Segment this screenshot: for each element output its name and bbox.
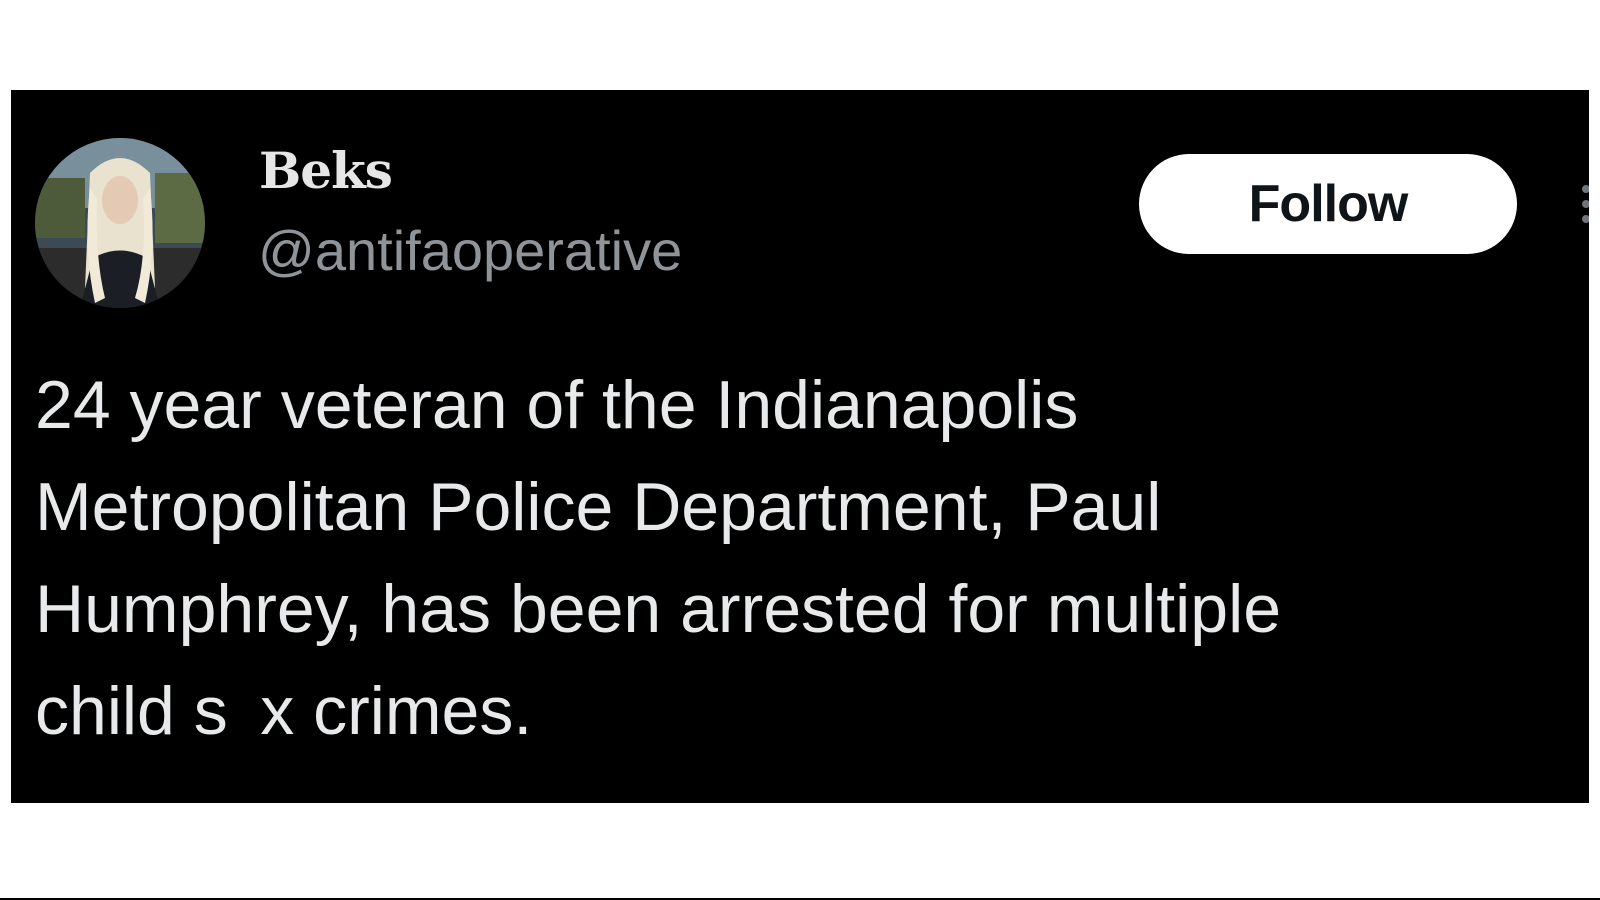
user-handle[interactable]: @antifaoperative — [258, 223, 682, 279]
screenshot-page: Beks @antifaoperative Follow 24 year vet… — [0, 0, 1600, 900]
avatar[interactable] — [35, 138, 205, 308]
profile-photo-icon — [35, 138, 205, 308]
follow-button[interactable]: Follow — [1139, 154, 1517, 254]
tweet-card: Beks @antifaoperative Follow 24 year vet… — [11, 90, 1589, 803]
more-options-icon[interactable] — [1579, 184, 1589, 224]
tweet-text: 24 year veteran of the Indianapolis Metr… — [35, 367, 1282, 749]
display-name[interactable]: Beks — [259, 146, 393, 196]
